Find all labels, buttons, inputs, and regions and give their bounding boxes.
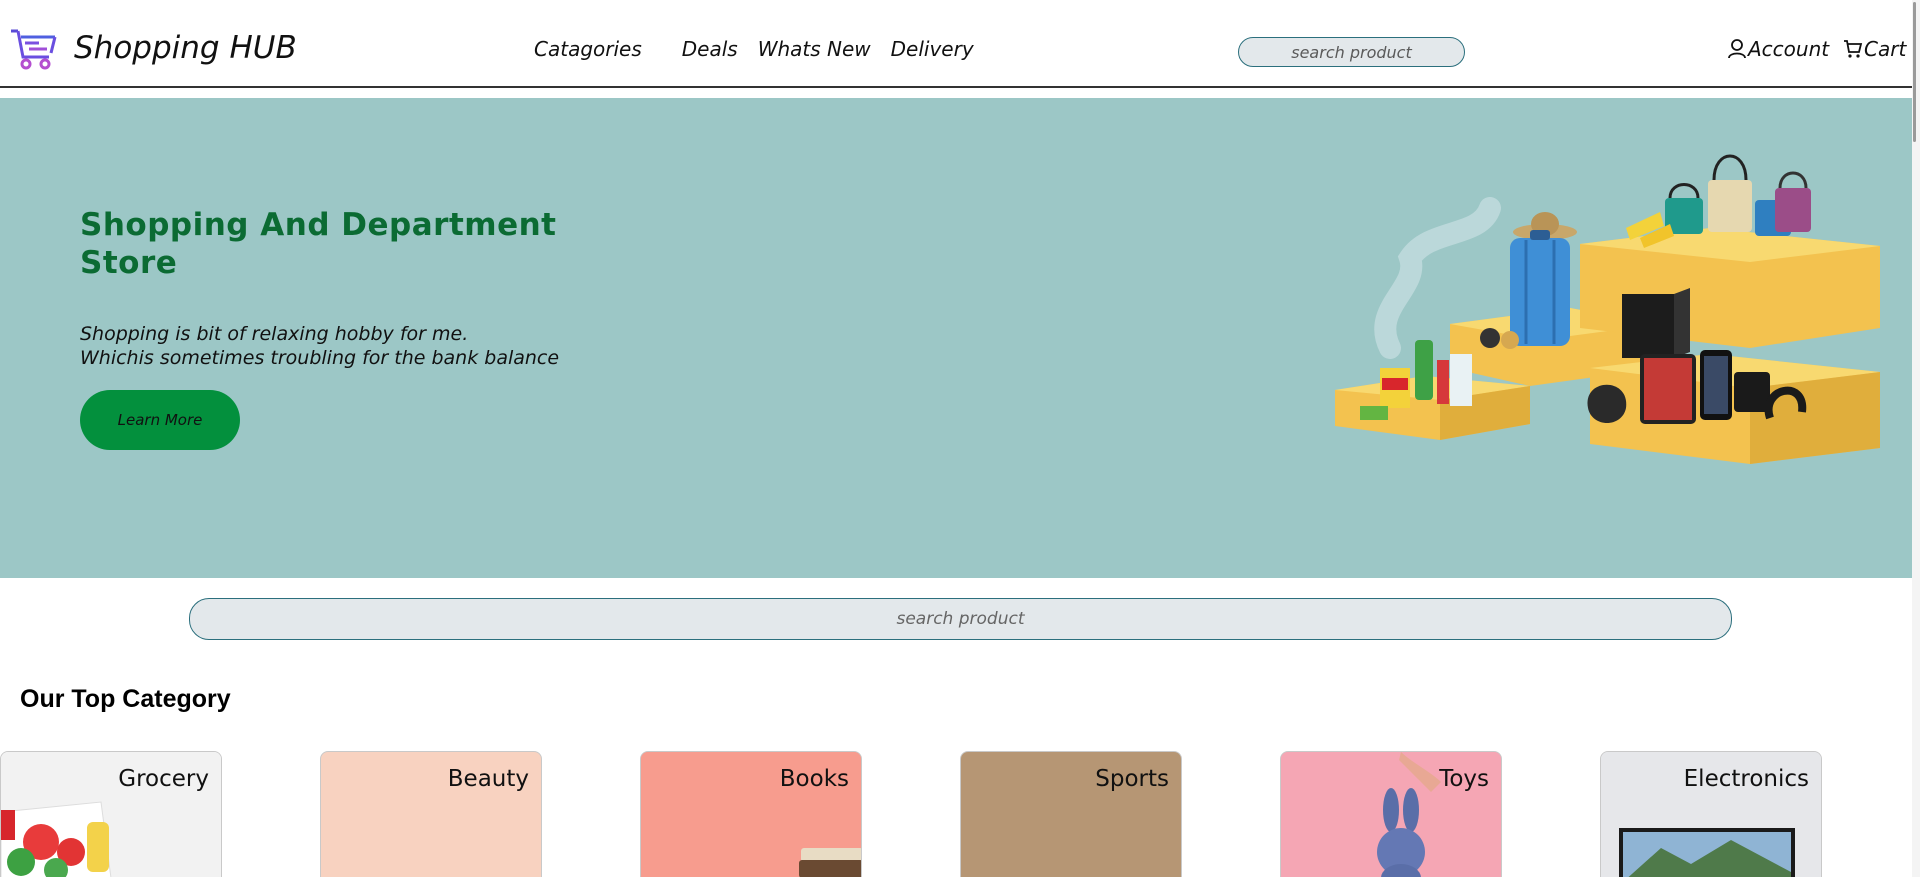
hero-banner: Shopping And Department Store Shopping i… [0,98,1912,578]
top-category-heading: Our Top Category [20,685,231,713]
category-label-grocery: Grocery [118,766,209,792]
product-search-input[interactable] [189,598,1732,640]
cart-label: Cart [1864,37,1907,61]
nav-delivery[interactable]: Delivery [891,37,974,61]
category-label-books: Books [779,766,849,792]
page-scrollbar[interactable] [1912,0,1920,877]
category-card-electronics[interactable]: Electronics [1600,751,1822,877]
category-label-sports: Sports [1095,766,1169,792]
hero-title: Shopping And Department Store [80,207,557,281]
hero-description: Shopping is bit of relaxing hobby for me… [80,322,559,370]
header-search-input[interactable] [1238,37,1465,67]
hero-line-2: Whichis sometimes troubling for the bank… [80,347,560,369]
account-label: Account [1748,37,1830,61]
hero-products-illustration [1335,154,1880,464]
cart-icon [1844,40,1863,58]
category-card-sports[interactable]: Sports [960,751,1182,877]
nav-deals[interactable]: Deals [682,37,738,61]
cart-link[interactable]: Cart [1843,37,1906,61]
category-card-books[interactable]: Books [640,751,862,877]
scrollbar-thumb[interactable] [1913,2,1916,142]
shopping-cart-logo-icon[interactable] [9,27,57,71]
nav-whats-new[interactable]: Whats New [758,37,871,61]
category-label-beauty: Beauty [447,766,529,792]
hero-line-1: Shopping is bit of relaxing hobby for me… [80,323,469,345]
nav-categories[interactable]: Catagories [534,37,642,61]
category-card-grocery[interactable]: Grocery [0,751,222,877]
site-header: Shopping HUB Catagories Deals Whats New … [0,0,1912,88]
category-label-toys: Toys [1439,766,1489,792]
brand-name[interactable]: Shopping HUB [74,30,297,66]
category-label-electronics: Electronics [1683,766,1809,792]
learn-more-button[interactable]: Learn More [80,390,240,450]
account-link[interactable]: Account [1727,37,1829,61]
category-card-toys[interactable]: Toys [1280,751,1502,877]
main-nav: Catagories Deals Whats New Delivery [534,37,974,61]
category-card-beauty[interactable]: Beauty [320,751,542,877]
user-icon [1728,39,1746,59]
